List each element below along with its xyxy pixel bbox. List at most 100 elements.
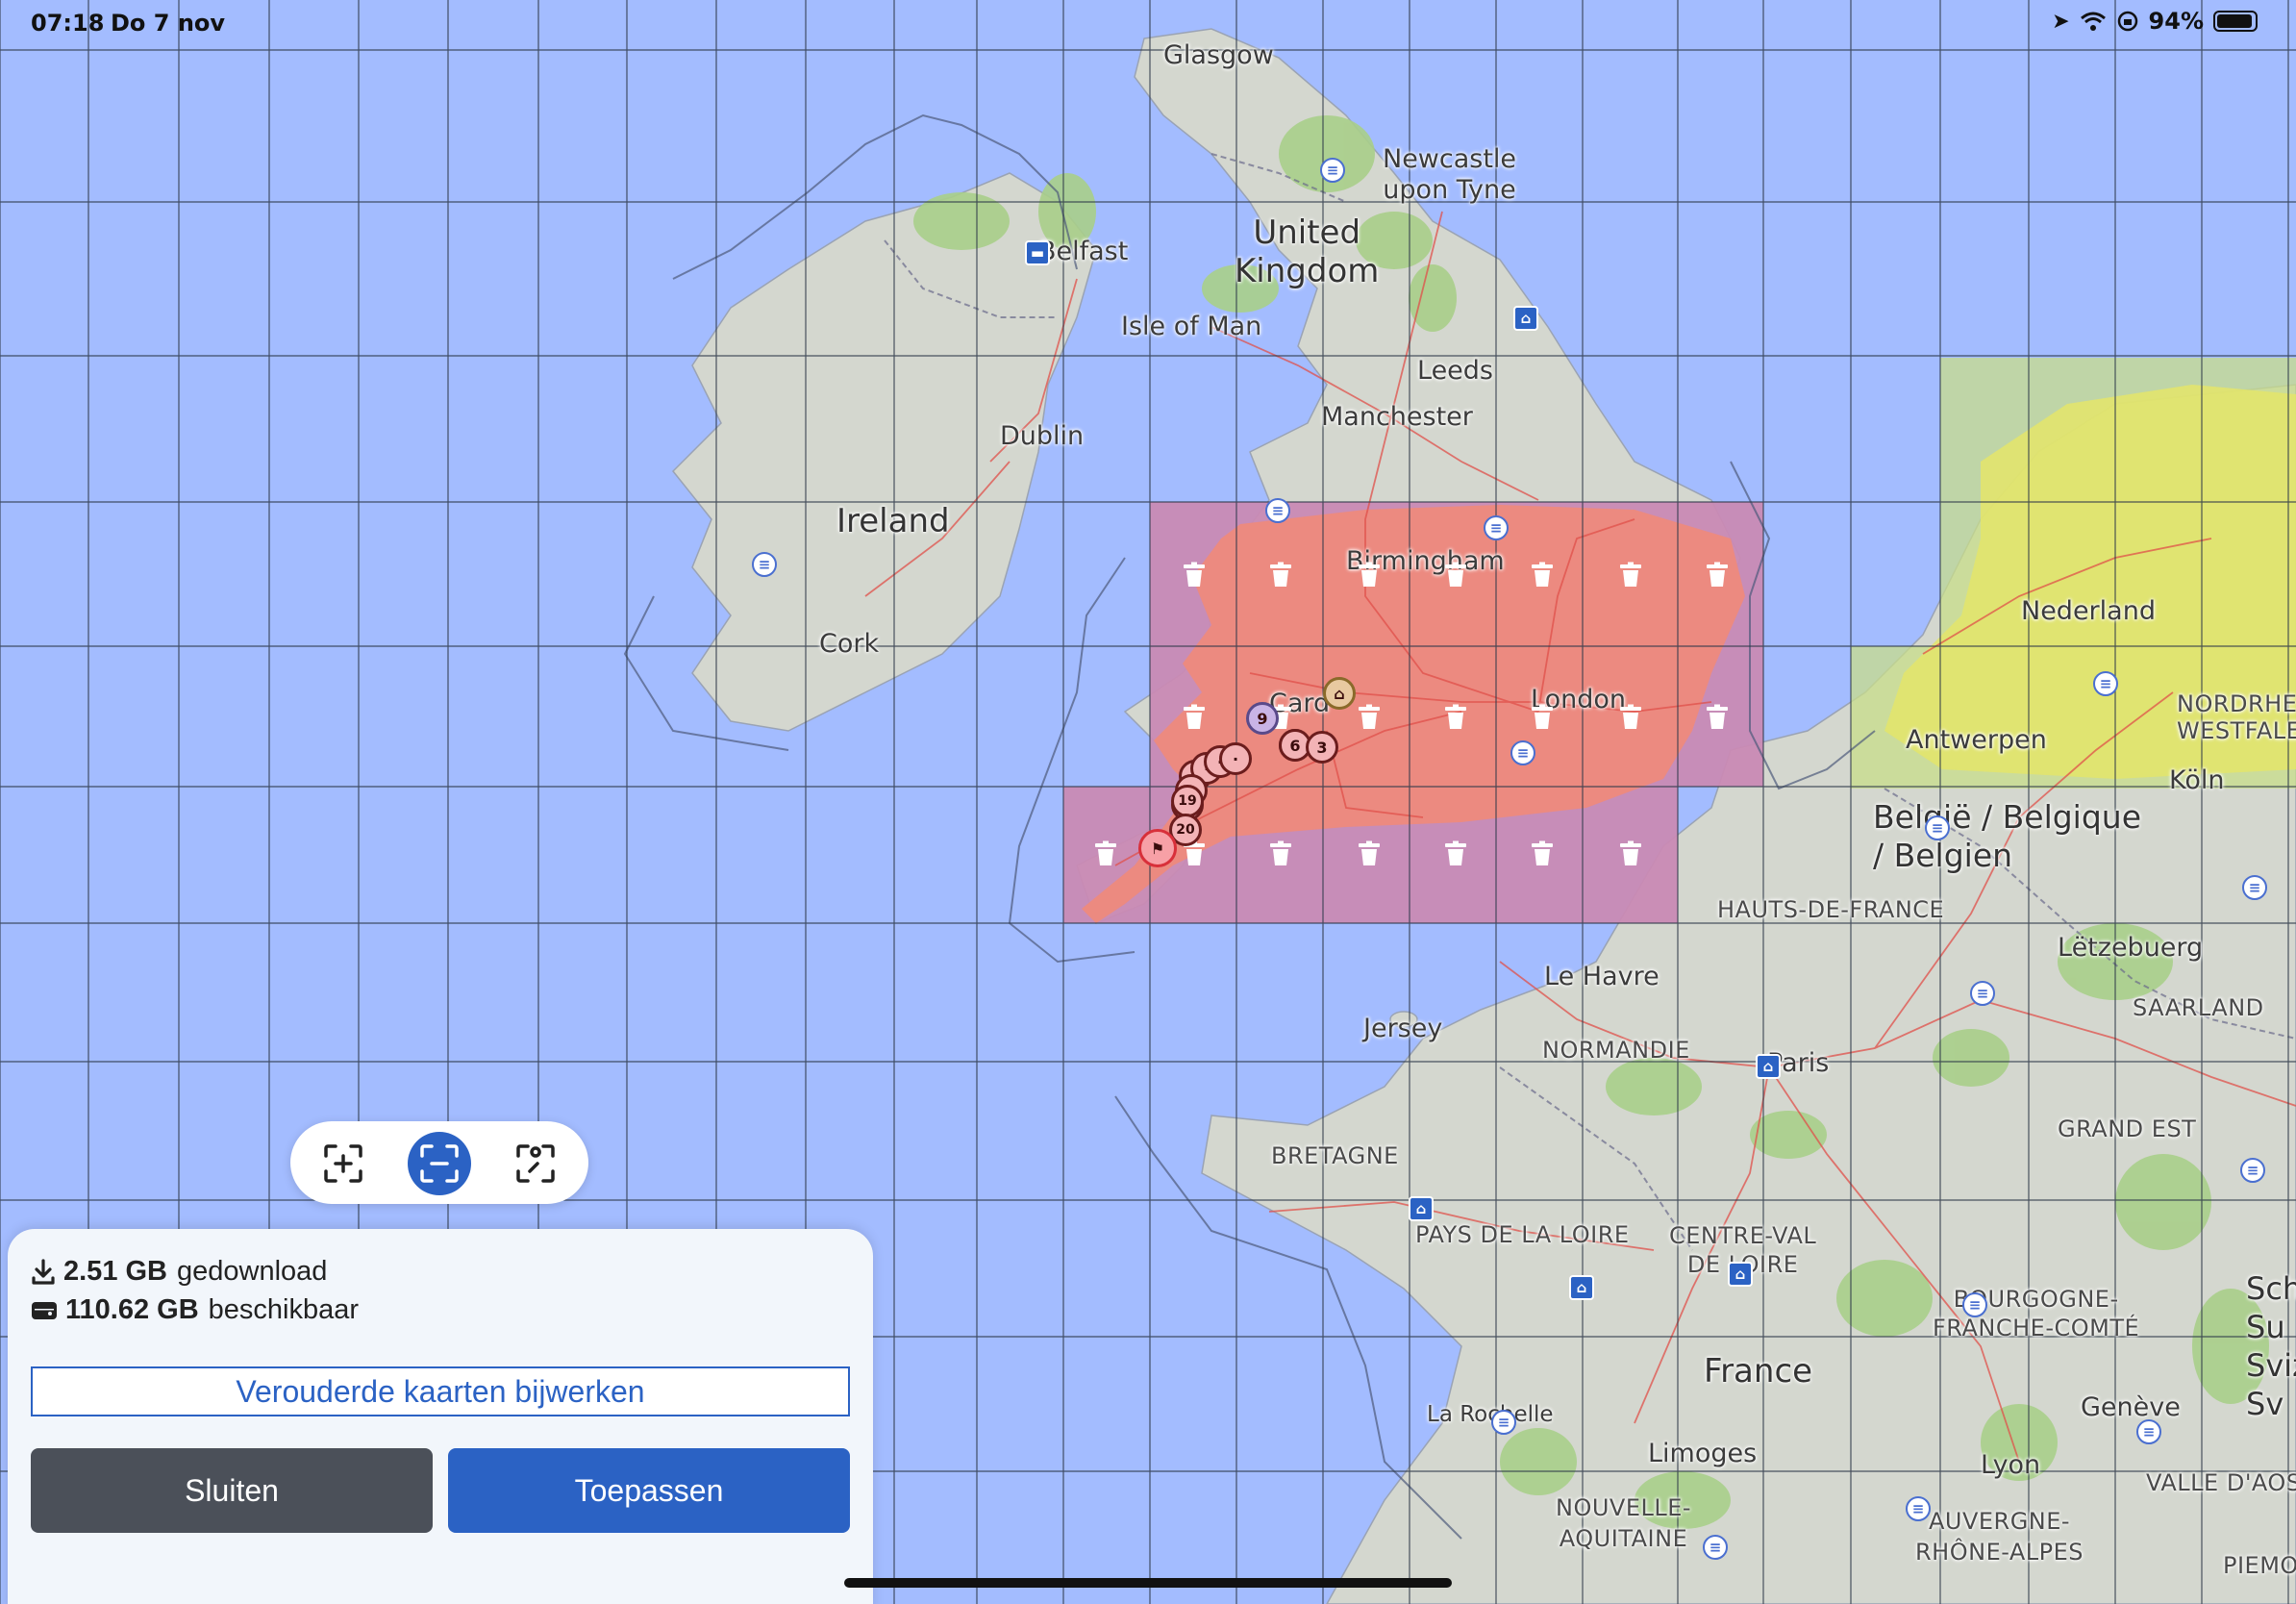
menu-list-icon[interactable]: ≡ xyxy=(2240,1158,2265,1183)
label-nouvelle-aquitaine: NOUVELLE- AQUITAINE xyxy=(1556,1494,1692,1552)
zoom-in-area-button[interactable] xyxy=(312,1132,375,1195)
trash-icon[interactable] xyxy=(1441,840,1470,868)
menu-list-icon[interactable]: ≡ xyxy=(2242,875,2267,900)
zoom-out-area-button[interactable] xyxy=(408,1132,471,1195)
trash-icon[interactable] xyxy=(1616,840,1645,868)
status-date: Do 7 nov xyxy=(111,10,226,37)
available-stat: 110.62 GB beschikbaar xyxy=(31,1294,359,1326)
museum-icon[interactable]: ⌂ xyxy=(1569,1275,1594,1300)
label-la-rochelle: La Rochelle xyxy=(1427,1402,1554,1427)
museum-icon[interactable]: ⌂ xyxy=(1756,1054,1781,1079)
label-letzebuerg: Lëtzebuerg xyxy=(2058,933,2204,963)
menu-list-icon[interactable]: ≡ xyxy=(1484,515,1509,540)
label-valle-daosta: VALLE D'AOS xyxy=(2146,1469,2296,1496)
location-arrow-icon: ➤ xyxy=(2052,9,2070,34)
label-nederland: Nederland xyxy=(2021,596,2156,626)
update-outdated-maps-button[interactable]: Verouderde kaarten bijwerken xyxy=(31,1366,850,1416)
label-geneve: Genève xyxy=(2081,1392,2181,1422)
label-auvergne: AUVERGNE- RHÔNE-ALPES xyxy=(1915,1508,2084,1566)
trash-icon[interactable] xyxy=(1266,840,1295,868)
label-dublin: Dublin xyxy=(1000,421,1085,451)
menu-list-icon[interactable]: ≡ xyxy=(1906,1496,1931,1521)
downloaded-label: gedownload xyxy=(177,1256,328,1287)
trash-icon[interactable] xyxy=(1441,703,1470,732)
trash-icon[interactable] xyxy=(1355,703,1384,732)
label-schweiz: Sch Su Sviz Sv xyxy=(2246,1270,2296,1422)
label-hauts-de-france: HAUTS-DE-FRANCE xyxy=(1717,896,1945,923)
download-icon xyxy=(32,1258,55,1285)
trash-icon[interactable] xyxy=(1616,703,1645,732)
label-bourgogne: BOURGOGNE- FRANCHE-COMTÉ xyxy=(1933,1286,2140,1341)
download-panel: 2.51 GB gedownload 110.62 GB beschikbaar… xyxy=(8,1229,873,1604)
menu-list-icon[interactable]: ≡ xyxy=(2093,671,2118,696)
label-leeds: Leeds xyxy=(1417,356,1493,386)
trash-icon[interactable] xyxy=(1266,561,1295,589)
label-pays-de-la-loire: PAYS DE LA LOIRE xyxy=(1415,1221,1630,1248)
menu-list-icon[interactable]: ≡ xyxy=(1491,1410,1516,1435)
trash-icon[interactable] xyxy=(1355,561,1384,589)
museum-icon[interactable]: ⌂ xyxy=(1728,1262,1753,1287)
home-indicator[interactable] xyxy=(844,1578,1452,1588)
status-bar: 07:18 Do 7 nov ➤ 94% xyxy=(0,0,2296,46)
status-right: ➤ 94% xyxy=(2052,8,2258,35)
wifi-icon xyxy=(2080,12,2106,31)
menu-list-icon[interactable]: ≡ xyxy=(1925,815,1950,840)
label-saarland: SAARLAND xyxy=(2133,994,2264,1021)
label-ireland: Ireland xyxy=(836,502,950,540)
trash-icon[interactable] xyxy=(1180,561,1209,589)
label-bretagne: BRETAGNE xyxy=(1271,1142,1399,1169)
flag-icon[interactable]: ⚑ xyxy=(1138,829,1177,867)
label-belfast: Belfast xyxy=(1038,237,1129,266)
label-jersey: Jersey xyxy=(1363,1014,1443,1043)
trash-icon[interactable] xyxy=(1355,840,1384,868)
menu-list-icon[interactable]: ≡ xyxy=(1265,498,1290,523)
available-label: beschikbaar xyxy=(208,1294,360,1325)
route-pin[interactable]: 9 xyxy=(1246,702,1279,735)
downloaded-value: 2.51 GB xyxy=(63,1256,167,1287)
select-area-icon xyxy=(516,1144,555,1183)
zoom-out-area-icon xyxy=(420,1144,459,1183)
menu-list-icon[interactable]: ≡ xyxy=(1703,1535,1728,1560)
menu-list-icon[interactable]: ≡ xyxy=(2136,1419,2161,1444)
label-lyon: Lyon xyxy=(1981,1450,2041,1480)
label-newcastle: Newcastle upon Tyne xyxy=(1383,144,1517,205)
trash-icon[interactable] xyxy=(1441,561,1470,589)
label-normandie: NORMANDIE xyxy=(1542,1037,1690,1064)
label-cork: Cork xyxy=(819,629,880,659)
label-manchester: Manchester xyxy=(1321,402,1473,432)
available-value: 110.62 GB xyxy=(65,1294,199,1325)
trash-icon[interactable] xyxy=(1703,703,1732,732)
menu-list-icon[interactable]: ≡ xyxy=(1320,158,1345,183)
trash-icon[interactable] xyxy=(1528,703,1557,732)
label-belgique: België / Belgique / Belgien xyxy=(1873,798,2142,874)
trash-icon[interactable] xyxy=(1091,840,1120,868)
lock-rotation-icon xyxy=(2117,11,2137,32)
bed-icon[interactable]: ▬ xyxy=(1025,240,1050,265)
menu-list-icon[interactable]: ≡ xyxy=(1510,740,1535,765)
menu-list-icon[interactable]: ≡ xyxy=(1970,981,1995,1006)
museum-icon[interactable]: ⌂ xyxy=(1513,306,1538,331)
label-koln: Köln xyxy=(2169,765,2225,795)
close-button[interactable]: Sluiten xyxy=(31,1448,433,1533)
label-limoges: Limoges xyxy=(1648,1439,1758,1468)
route-pin[interactable]: 3 xyxy=(1306,731,1338,764)
route-pin[interactable]: · xyxy=(1219,742,1252,775)
menu-list-icon[interactable]: ≡ xyxy=(752,552,777,577)
battery-percentage: 94% xyxy=(2148,8,2204,35)
route-pin[interactable]: 19 xyxy=(1171,785,1204,817)
menu-list-icon[interactable]: ≡ xyxy=(1962,1292,1987,1317)
label-nordrhein: NORDRHEI WESTFALE xyxy=(2177,690,2296,744)
select-area-button[interactable] xyxy=(504,1132,567,1195)
label-grand-est: GRAND EST xyxy=(2058,1115,2197,1142)
zoom-in-area-icon xyxy=(324,1144,362,1183)
apply-button[interactable]: Toepassen xyxy=(448,1448,850,1533)
trash-icon[interactable] xyxy=(1180,703,1209,732)
museum-icon[interactable]: ⌂ xyxy=(1409,1196,1434,1221)
trash-icon[interactable] xyxy=(1528,561,1557,589)
label-france: France xyxy=(1704,1352,1813,1391)
label-united-kingdom: United Kingdom xyxy=(1235,213,1380,290)
home-icon[interactable]: ⌂ xyxy=(1323,677,1356,710)
trash-icon[interactable] xyxy=(1703,561,1732,589)
trash-icon[interactable] xyxy=(1616,561,1645,589)
trash-icon[interactable] xyxy=(1528,840,1557,868)
